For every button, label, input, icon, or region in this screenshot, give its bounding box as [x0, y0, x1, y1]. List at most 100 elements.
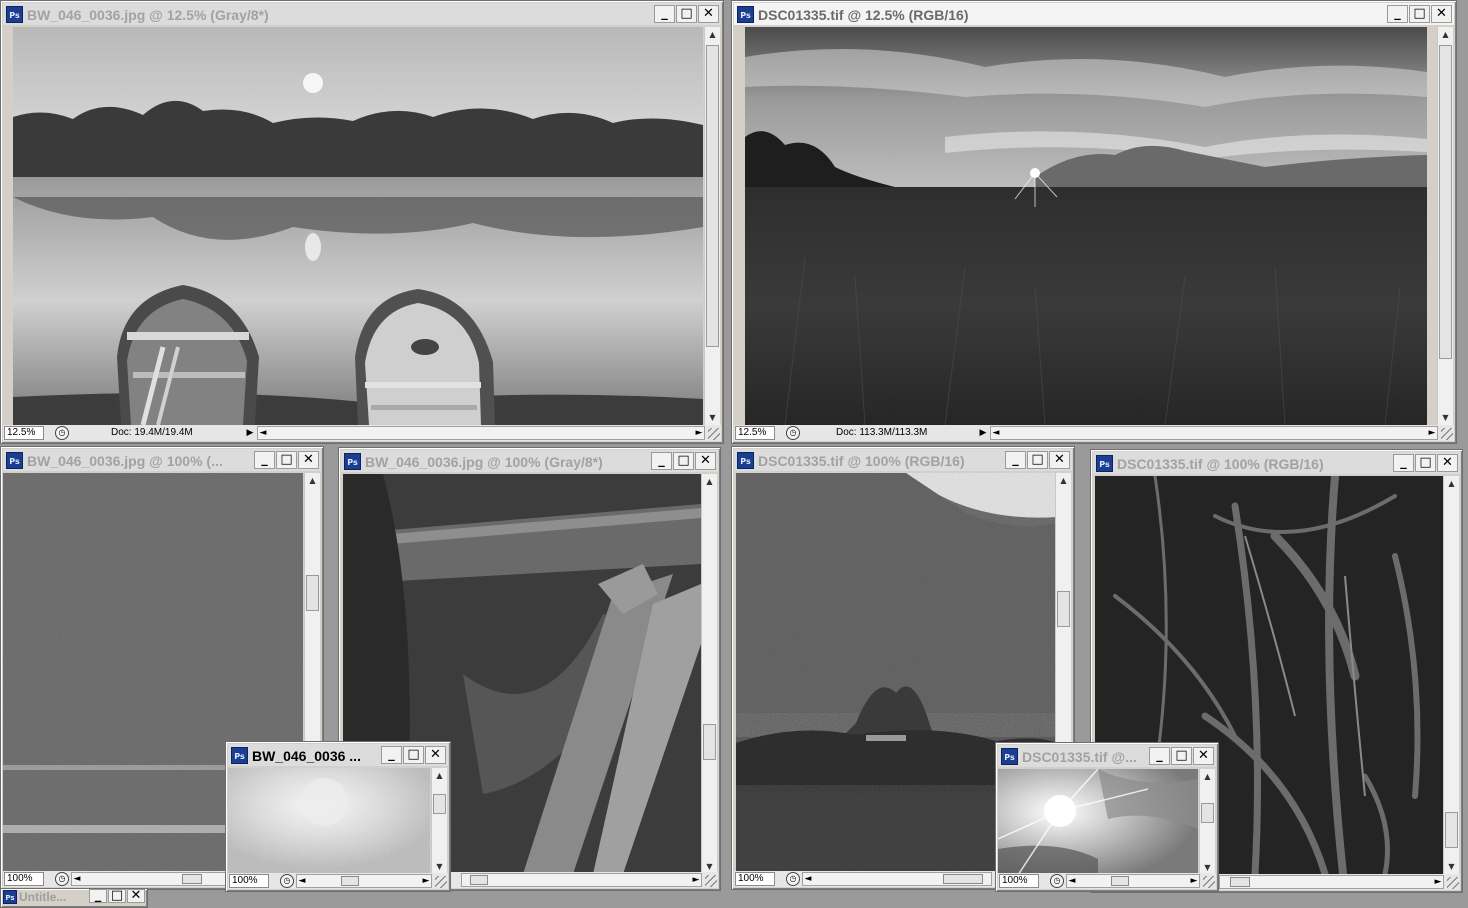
close-button[interactable]: ✕ [1431, 5, 1452, 23]
image-canvas[interactable] [228, 768, 430, 874]
scroll-right-icon[interactable]: ► [1427, 426, 1437, 440]
scroll-up-icon[interactable]: ▲ [432, 768, 447, 783]
zoom-field[interactable]: 100% [4, 872, 44, 886]
close-button[interactable]: ✕ [425, 746, 446, 764]
maximize-button[interactable]: □ [676, 5, 697, 23]
zoom-field[interactable]: 12.5% [735, 426, 775, 440]
scroll-thumb[interactable] [703, 724, 716, 760]
maximize-button[interactable]: □ [673, 452, 694, 470]
title-bar[interactable]: Ps BW_046_0036.jpg @ 100% (... _ □ ✕ [3, 449, 321, 471]
minimize-button[interactable]: _ [381, 746, 402, 764]
maximize-button[interactable]: □ [108, 889, 126, 903]
scroll-down-icon[interactable]: ▼ [1438, 410, 1453, 425]
scroll-thumb[interactable] [433, 794, 446, 814]
close-button[interactable]: ✕ [1193, 747, 1214, 765]
title-bar[interactable]: Ps BW_046_0036 ... _ □ ✕ [228, 744, 448, 766]
status-info-icon[interactable]: ◷ [786, 426, 800, 440]
title-bar[interactable]: Ps BW_046_0036.jpg @ 12.5% (Gray/8*) _ □… [3, 3, 721, 25]
scroll-up-icon[interactable]: ▲ [1200, 769, 1215, 784]
scroll-down-icon[interactable]: ▼ [1444, 859, 1459, 874]
resize-grip[interactable] [1441, 428, 1453, 440]
scroll-thumb[interactable] [1439, 45, 1452, 359]
scroll-thumb[interactable] [706, 45, 719, 347]
title-bar[interactable]: Ps DSC01335.tif @ 100% (RGB/16) _ □ ✕ [1093, 452, 1460, 474]
scroll-thumb[interactable] [341, 876, 359, 886]
maximize-button[interactable]: □ [1171, 747, 1192, 765]
scroll-thumb[interactable] [1201, 803, 1214, 823]
minimize-button[interactable]: _ [1393, 454, 1414, 472]
horizontal-scrollbar[interactable]: ◄ ► [257, 426, 705, 440]
doc-window-dsc-12[interactable]: Ps DSC01335.tif @ 12.5% (RGB/16) _ □ ✕ ▲… [731, 0, 1457, 444]
scroll-up-icon[interactable]: ▲ [1438, 27, 1453, 42]
minimize-button[interactable]: _ [1149, 747, 1170, 765]
vertical-scrollbar[interactable]: ▲ ▼ [1443, 476, 1459, 874]
resize-grip[interactable] [1447, 877, 1459, 889]
resize-grip[interactable] [708, 428, 720, 440]
scroll-up-icon[interactable]: ▲ [1444, 476, 1459, 491]
doc-window-bw-small[interactable]: Ps BW_046_0036 ... _ □ ✕ ▲ ▼ 100% ◷ ◄ ► [225, 741, 451, 892]
status-menu-arrow-icon[interactable]: ▶ [978, 426, 988, 440]
vertical-scrollbar[interactable]: ▲ ▼ [1437, 27, 1453, 425]
scroll-left-icon[interactable]: ◄ [72, 872, 82, 886]
title-bar[interactable]: Ps BW_046_0036.jpg @ 100% (Gray/8*) _ □ … [341, 450, 718, 472]
close-button[interactable]: ✕ [695, 452, 716, 470]
horizontal-scrollbar[interactable]: ► [1219, 875, 1444, 889]
maximize-button[interactable]: □ [1415, 454, 1436, 472]
scroll-up-icon[interactable]: ▲ [702, 474, 717, 489]
scroll-thumb[interactable] [470, 875, 488, 885]
resize-grip[interactable] [435, 876, 447, 888]
horizontal-scrollbar[interactable]: ► [461, 873, 702, 887]
scroll-left-icon[interactable]: ◄ [258, 426, 268, 440]
title-bar[interactable]: Ps DSC01335.tif @... _ □ ✕ [998, 745, 1216, 767]
scroll-thumb[interactable] [182, 874, 202, 884]
scroll-up-icon[interactable]: ▲ [1056, 473, 1071, 488]
image-canvas[interactable] [998, 769, 1198, 875]
close-button[interactable]: ✕ [1049, 451, 1070, 469]
status-info-icon[interactable]: ◷ [280, 874, 294, 888]
scroll-thumb[interactable] [1111, 876, 1129, 886]
scroll-right-icon[interactable]: ► [1433, 875, 1443, 889]
status-info-icon[interactable]: ◷ [55, 426, 69, 440]
scroll-thumb[interactable] [1057, 591, 1070, 627]
scroll-thumb[interactable] [306, 575, 319, 611]
maximize-button[interactable]: □ [276, 451, 297, 469]
horizontal-scrollbar[interactable]: ◄ [802, 872, 992, 886]
scroll-up-icon[interactable]: ▲ [705, 27, 720, 42]
doc-window-bw-12[interactable]: Ps BW_046_0036.jpg @ 12.5% (Gray/8*) _ □… [0, 0, 724, 444]
close-button[interactable]: ✕ [698, 5, 719, 23]
doc-window-dsc-small[interactable]: Ps DSC01335.tif @... _ □ ✕ ▲ ▼ 100% ◷ ◄ [995, 742, 1219, 892]
maximize-button[interactable]: □ [1027, 451, 1048, 469]
scroll-thumb[interactable] [943, 874, 983, 884]
scroll-thumb[interactable] [1230, 877, 1250, 887]
close-button[interactable]: ✕ [298, 451, 319, 469]
scroll-down-icon[interactable]: ▼ [432, 859, 447, 874]
minimize-button[interactable]: _ [651, 452, 672, 470]
maximize-button[interactable]: □ [1409, 5, 1430, 23]
scroll-left-icon[interactable]: ◄ [991, 426, 1001, 440]
status-info-icon[interactable]: ◷ [786, 872, 800, 886]
minimize-button[interactable]: _ [654, 5, 675, 23]
vertical-scrollbar[interactable]: ▲ ▼ [704, 27, 720, 425]
scroll-down-icon[interactable]: ▼ [705, 410, 720, 425]
horizontal-scrollbar[interactable]: ◄ ► [990, 426, 1438, 440]
minimize-button[interactable]: _ [89, 889, 107, 903]
image-canvas[interactable] [745, 27, 1427, 425]
close-button[interactable]: ✕ [1437, 454, 1458, 472]
scroll-left-icon[interactable]: ◄ [297, 874, 307, 888]
vertical-scrollbar[interactable]: ▲ ▼ [1199, 769, 1215, 875]
resize-grip[interactable] [705, 875, 717, 887]
horizontal-scrollbar[interactable]: ◄ ► [296, 874, 432, 888]
scroll-thumb[interactable] [1445, 812, 1458, 848]
resize-grip[interactable] [1203, 876, 1215, 888]
scroll-right-icon[interactable]: ► [694, 426, 704, 440]
status-info-icon[interactable]: ◷ [1050, 874, 1064, 888]
zoom-field[interactable]: 12.5% [4, 426, 44, 440]
minimize-button[interactable]: _ [1387, 5, 1408, 23]
title-bar[interactable]: Ps DSC01335.tif @ 12.5% (RGB/16) _ □ ✕ [734, 3, 1454, 25]
scroll-right-icon[interactable]: ► [1189, 874, 1199, 888]
title-bar[interactable]: Ps DSC01335.tif @ 100% (RGB/16) _ □ ✕ [734, 449, 1072, 471]
scroll-up-icon[interactable]: ▲ [305, 473, 320, 488]
minimized-untitled-window[interactable]: Ps Untitle... _ □ ✕ [0, 888, 148, 908]
scroll-right-icon[interactable]: ► [421, 874, 431, 888]
vertical-scrollbar[interactable]: ▲ ▼ [431, 768, 447, 874]
